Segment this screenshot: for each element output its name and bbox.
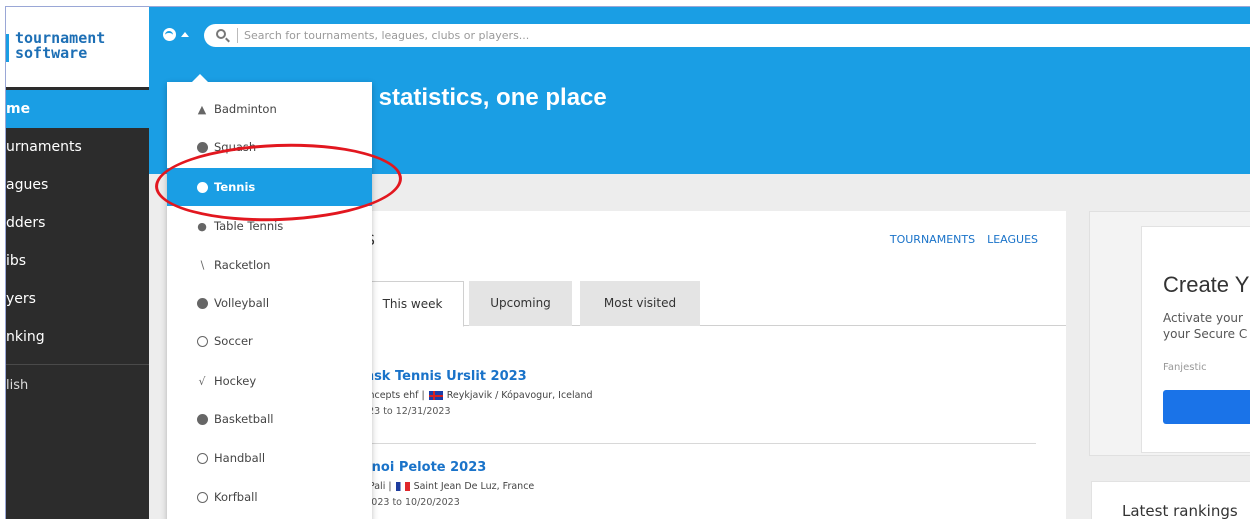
tab-upcoming[interactable]: Upcoming — [469, 281, 572, 326]
tournaments-link[interactable]: TOURNAMENTS — [890, 233, 975, 246]
sport-option-racketlon[interactable]: ∖ Racketlon — [167, 246, 372, 284]
tab-this-week[interactable]: This week — [361, 281, 464, 327]
sidebar-divider — [6, 364, 149, 365]
racket-icon: ∖ — [198, 258, 206, 272]
latest-rankings-title: Latest rankings — [1122, 502, 1238, 519]
volleyball-icon — [196, 297, 208, 309]
sport-option-label: Volleyball — [214, 296, 270, 310]
sidebar: tournament software me urnaments agues d… — [6, 7, 149, 519]
tennis-ball-icon — [196, 181, 208, 193]
shuttlecock-icon: ▲ — [197, 102, 207, 116]
tournament-location: Saint Jean De Luz, France — [413, 481, 535, 492]
handball-icon — [196, 452, 208, 464]
sidebar-item-players[interactable]: yers — [6, 280, 149, 318]
language-selector[interactable]: lish — [6, 369, 149, 403]
tournament-dates: 2023 to 12/31/2023 — [356, 406, 451, 417]
sport-option-label: Hockey — [214, 374, 257, 388]
tournament-name-link[interactable]: ensk Tennis Urslit 2023 — [356, 369, 593, 384]
create-account-button[interactable] — [1163, 390, 1250, 424]
sidebar-nav: me urnaments agues dders ibs yers nking … — [6, 90, 149, 403]
sport-option-label: Table Tennis — [214, 219, 284, 233]
leagues-link[interactable]: LEAGUES — [987, 233, 1038, 246]
logo[interactable]: tournament software — [6, 7, 149, 87]
sport-option-label: Squash — [214, 140, 257, 154]
logo-line-2: software — [15, 44, 88, 62]
sidebar-item-tournaments[interactable]: urnaments — [6, 128, 149, 166]
sidebar-item-clubs[interactable]: ibs — [6, 242, 149, 280]
app-window: tournament software me urnaments agues d… — [5, 6, 1250, 519]
sport-option-handball[interactable]: Handball — [167, 439, 372, 477]
sidebar-item-leagues[interactable]: agues — [6, 166, 149, 204]
create-title: Create Y — [1163, 272, 1250, 297]
sport-option-squash[interactable]: Squash — [167, 128, 372, 166]
hockey-stick-icon: √ — [198, 374, 206, 388]
sport-option-korfball[interactable]: Korfball — [167, 478, 372, 516]
sport-option-label: Badminton — [214, 102, 277, 116]
sport-option-table-tennis[interactable]: ● Table Tennis — [167, 207, 372, 245]
tournament-meta: NaPali | Saint Jean De Luz, France — [356, 481, 534, 492]
sport-option-label: Basketball — [214, 412, 274, 426]
hero-title: t statistics, one place — [364, 84, 607, 111]
top-bar — [149, 7, 1250, 68]
tab-most-visited[interactable]: Most visited — [580, 281, 700, 326]
tournament-item: ensk Tennis Urslit 2023 Concepts ehf | R… — [356, 369, 593, 417]
tournament-dates: 5/2023 to 10/20/2023 — [356, 497, 460, 508]
logo-text: tournament software — [15, 31, 105, 61]
iceland-flag-icon — [428, 391, 443, 400]
squash-ball-icon — [196, 141, 208, 153]
sport-option-hockey[interactable]: √ Hockey — [167, 362, 372, 400]
sport-option-basketball[interactable]: Basketball — [167, 400, 372, 438]
create-account-card: Create Y Activate your your Secure C Fan… — [1141, 226, 1250, 453]
search-input[interactable] — [244, 24, 1244, 47]
tournament-meta: Concepts ehf | Reykjavik / Kópavogur, Ic… — [356, 390, 593, 401]
search-divider — [237, 28, 238, 43]
tournament-location: Reykjavik / Kópavogur, Iceland — [446, 390, 593, 401]
create-line-2: your Secure C — [1163, 327, 1248, 341]
france-flag-icon — [395, 482, 410, 491]
sport-option-label: Soccer — [214, 334, 253, 348]
sport-option-label: Handball — [214, 451, 266, 465]
basketball-icon — [196, 413, 208, 425]
sidebar-item-home[interactable]: me — [6, 90, 149, 128]
sport-dropdown-menu: ▲ Badminton Squash Tennis ● Table Tennis… — [167, 74, 372, 519]
create-subtext: Fanjestic — [1163, 362, 1207, 373]
tennis-ball-icon — [163, 28, 176, 41]
sport-option-label: Korfball — [214, 490, 258, 504]
row-divider — [356, 443, 1036, 444]
sport-option-label: Tennis — [214, 180, 256, 194]
korfball-icon — [196, 491, 208, 503]
caret-up-icon — [181, 32, 189, 37]
soccer-ball-icon — [196, 335, 208, 347]
card-links: TOURNAMENTS LEAGUES — [890, 233, 1038, 246]
sport-option-tennis[interactable]: Tennis — [167, 168, 372, 206]
sport-option-badminton[interactable]: ▲ Badminton — [167, 90, 372, 128]
latest-rankings-card: Latest rankings — [1091, 481, 1250, 519]
table-tennis-icon: ● — [197, 219, 207, 233]
create-description: Activate your your Secure C — [1163, 310, 1247, 342]
logo-mark — [6, 34, 9, 62]
sport-option-label: Racketlon — [214, 258, 271, 272]
tournament-item: urnoi Pelote 2023 NaPali | Saint Jean De… — [356, 460, 534, 508]
sidebar-item-ladders[interactable]: dders — [6, 204, 149, 242]
create-line-1: Activate your — [1163, 311, 1243, 325]
sport-option-volleyball[interactable]: Volleyball — [167, 284, 372, 322]
tournament-name-link[interactable]: urnoi Pelote 2023 — [356, 460, 534, 475]
sport-switcher-button[interactable] — [163, 28, 189, 41]
sport-option-soccer[interactable]: Soccer — [167, 322, 372, 360]
search-icon[interactable] — [216, 29, 226, 39]
search-bar — [204, 24, 1250, 47]
sidebar-item-ranking[interactable]: nking — [6, 318, 149, 356]
